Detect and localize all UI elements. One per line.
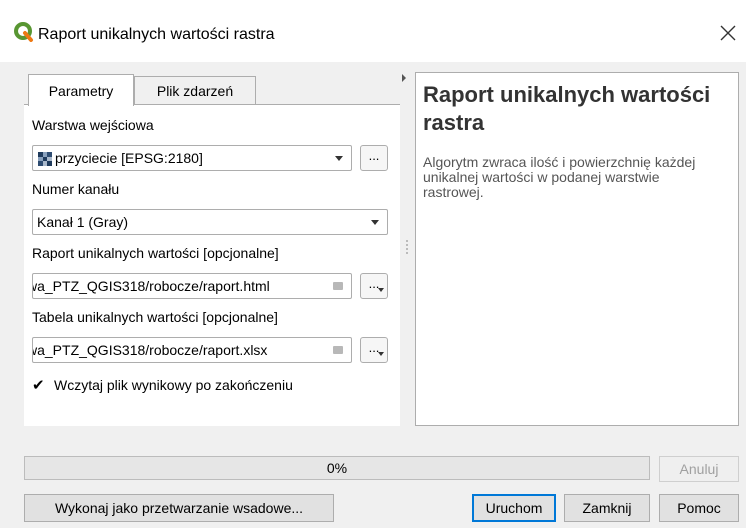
- input-layer-label: Warstwa wejściowa: [32, 117, 154, 133]
- splitter-handle[interactable]: [406, 240, 408, 254]
- window-title: Raport unikalnych wartości rastra: [38, 26, 275, 43]
- input-layer-value: przyciecie [EPSG:2180]: [55, 150, 203, 166]
- load-result-label: Wczytaj plik wynikowy po zakończeniu: [54, 377, 293, 393]
- progress-bar: 0%: [24, 456, 650, 480]
- parameters-panel: Parametry Plik zdarzeń Warstwa wejściowa…: [24, 72, 400, 426]
- help-title: Raport unikalnych wartości rastra: [423, 82, 711, 135]
- chevron-down-icon: [378, 352, 384, 356]
- band-value: Kanał 1 (Gray): [37, 214, 129, 230]
- qgis-logo-icon: [14, 22, 33, 42]
- table-path-input[interactable]: wa_PTZ_QGIS318/robocze/raport.xlsx: [32, 337, 352, 363]
- checkmark-icon[interactable]: ✔: [32, 378, 46, 393]
- chevron-down-icon: [378, 288, 384, 292]
- batch-process-button[interactable]: Wykonaj jako przetwarzanie wsadowe...: [24, 494, 334, 522]
- title-bar: Raport unikalnych wartości rastra: [0, 0, 746, 62]
- help-description: Algorytm zwraca ilość i powierzchnię każ…: [423, 154, 696, 200]
- tab-content: Warstwa wejściowa przyciecie [EPSG:2180]…: [24, 104, 400, 426]
- collapse-arrow-icon[interactable]: [402, 74, 406, 82]
- progress-text: 0%: [326, 460, 348, 476]
- close-icon[interactable]: [717, 22, 739, 44]
- report-browse-button[interactable]: ...: [360, 273, 388, 299]
- report-path-input[interactable]: wa_PTZ_QGIS318/robocze/raport.html: [32, 273, 352, 299]
- table-path-value: wa_PTZ_QGIS318/robocze/raport.xlsx: [32, 342, 268, 358]
- input-layer-browse-button[interactable]: ...: [360, 145, 388, 171]
- band-label: Numer kanału: [32, 181, 120, 197]
- report-label: Raport unikalnych wartości [opcjonalne]: [32, 245, 279, 261]
- input-layer-combo[interactable]: przyciecie [EPSG:2180]: [32, 145, 352, 171]
- table-label: Tabela unikalnych wartości [opcjonalne]: [32, 309, 278, 325]
- help-button[interactable]: Pomoc: [659, 494, 739, 522]
- band-combo[interactable]: Kanał 1 (Gray): [32, 209, 388, 235]
- help-panel: Raport unikalnych wartości rastra Algory…: [415, 72, 739, 426]
- raster-layer-icon: [38, 152, 52, 166]
- close-button[interactable]: Zamknij: [564, 494, 650, 522]
- cancel-button[interactable]: Anuluj: [659, 456, 739, 482]
- clear-icon[interactable]: [333, 282, 343, 290]
- clear-icon[interactable]: [333, 346, 343, 354]
- run-button[interactable]: Uruchom: [472, 494, 556, 522]
- tab-log[interactable]: Plik zdarzeń: [134, 76, 256, 104]
- table-browse-button[interactable]: ...: [360, 337, 388, 363]
- chevron-down-icon: [371, 220, 379, 225]
- chevron-down-icon: [335, 156, 343, 161]
- tab-parameters[interactable]: Parametry: [28, 74, 134, 106]
- report-path-value: wa_PTZ_QGIS318/robocze/raport.html: [32, 278, 270, 294]
